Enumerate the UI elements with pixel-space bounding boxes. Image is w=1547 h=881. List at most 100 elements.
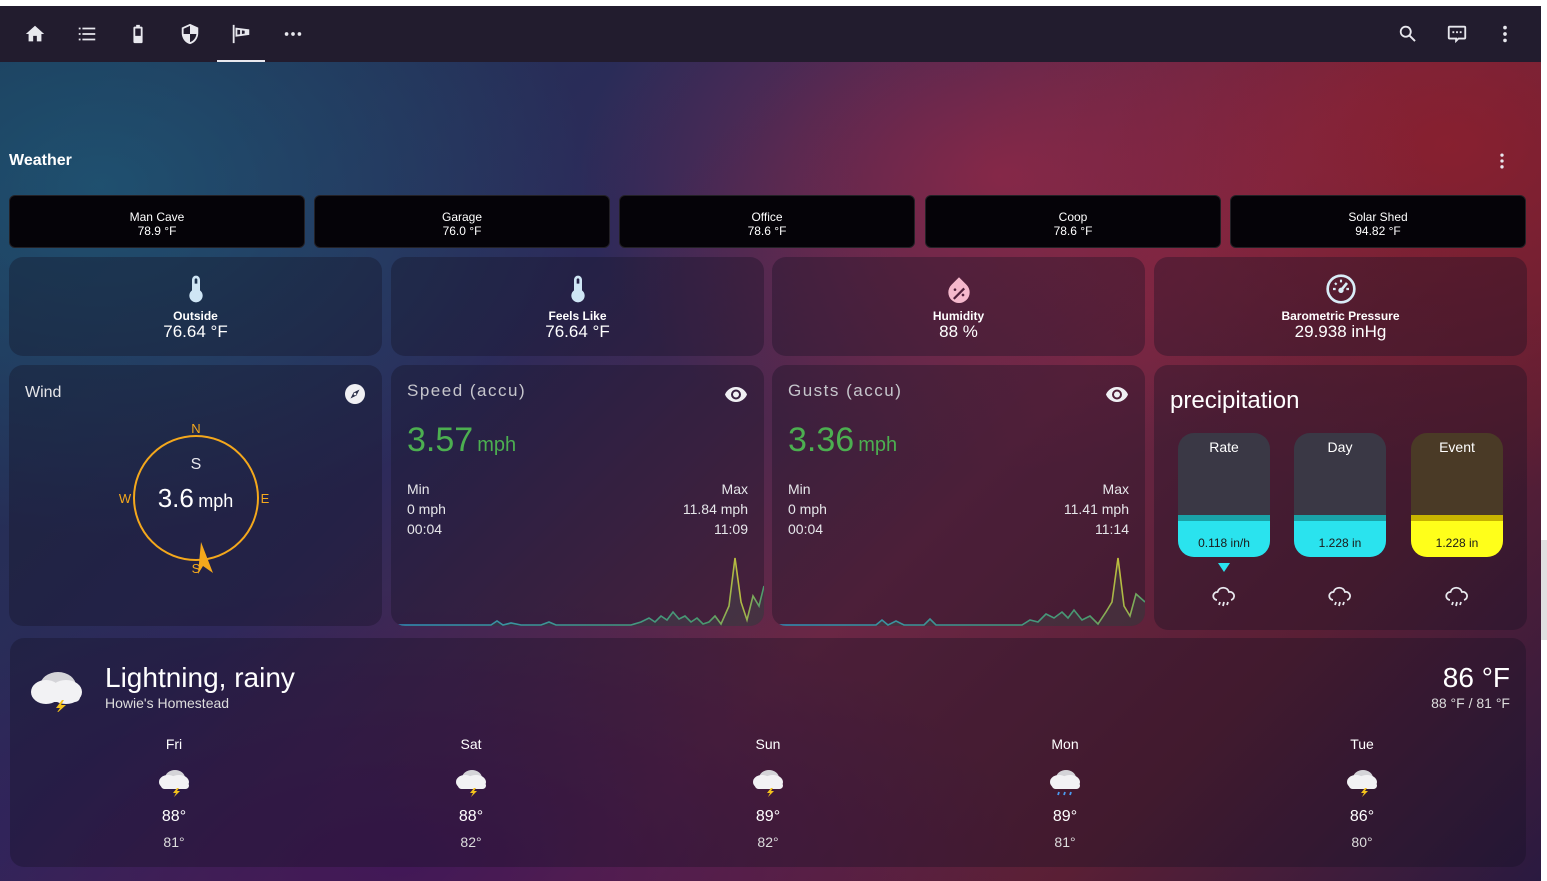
forecast-low: 82°	[757, 834, 779, 850]
tab-battery[interactable]	[114, 6, 162, 62]
top-app-bar	[0, 6, 1541, 62]
thermometer-icon	[188, 275, 203, 303]
max-label: Max	[721, 481, 748, 497]
lightning-rainy-icon	[753, 770, 783, 797]
sensor-name: Barometric Pressure	[1281, 309, 1400, 323]
forecast-day-name: Sun	[755, 736, 781, 752]
sensor-name: Outside	[173, 309, 218, 323]
room-name: Garage	[441, 210, 483, 224]
min-time: 00:04	[788, 521, 824, 537]
compass-north-label: N	[191, 421, 200, 436]
precipitation-card: precipitation Rate 0.118 in/h Day 1.228 …	[1154, 365, 1527, 630]
weather-forecast-card[interactable]: Lightning, rainy Howie's Homestead 86 °F…	[10, 638, 1526, 867]
sensor-value: 76.64 °F	[545, 322, 610, 341]
overflow-menu-button[interactable]	[1481, 6, 1529, 62]
room-button-office[interactable]: Office 78.6 °F	[619, 195, 915, 248]
tab-home[interactable]	[11, 6, 59, 62]
gusts-title: Gusts (accu)	[788, 381, 903, 400]
wind-unit: mph	[198, 491, 234, 511]
wind-direction: S	[191, 456, 202, 473]
more-vertical-icon	[1500, 153, 1504, 169]
rain-rate-gauge[interactable]: Rate 0.118 in/h	[1178, 433, 1270, 557]
compass-icon	[345, 384, 365, 404]
rain-day-gauge[interactable]: Day 1.228 in	[1294, 433, 1386, 557]
room-button-garage[interactable]: Garage 76.0 °F	[314, 195, 610, 248]
gauge-fill: 1.228 in	[1411, 515, 1503, 557]
gusts-unit: mph	[858, 434, 898, 456]
search-icon	[1399, 25, 1416, 42]
speed-history-graph	[391, 557, 764, 626]
precipitation-title: precipitation	[1170, 387, 1300, 414]
max-time: 11:14	[1095, 521, 1129, 537]
dashboard: Weather Man Cave 78.9 °F Garage 76.0 °F …	[0, 6, 1541, 881]
forecast-day: Fri 88° 81°	[124, 736, 224, 850]
forecast-low: 82°	[460, 834, 482, 850]
min-label: Min	[407, 481, 430, 497]
room-name: Coop	[1058, 210, 1088, 224]
gauge-icon	[1325, 274, 1356, 304]
gusts-value: 3.36	[788, 421, 855, 459]
sensor-tile-pressure[interactable]: Barometric Pressure 29.938 inHg	[1154, 257, 1527, 356]
gusts-card[interactable]: Gusts (accu) 3.36 mph Min 0 mph 00:04 Max…	[772, 365, 1145, 626]
speed-unit: mph	[477, 434, 517, 456]
forecast-high: 86°	[1349, 808, 1375, 825]
forecast-day: Mon 89° 81°	[1015, 736, 1115, 850]
forecast-low: 81°	[1054, 834, 1076, 850]
sensor-name: Feels Like	[548, 309, 607, 323]
water-percent-icon	[947, 277, 970, 304]
home-icon	[25, 25, 45, 42]
shield-icon	[181, 23, 199, 45]
room-temp: 78.9 °F	[137, 224, 177, 238]
sensor-value: 76.64 °F	[163, 322, 228, 341]
eye-icon[interactable]	[1105, 382, 1129, 406]
rain-icon[interactable]	[1211, 585, 1237, 609]
eye-icon[interactable]	[724, 382, 748, 406]
tab-security[interactable]	[166, 6, 214, 62]
rain-icon[interactable]	[1327, 585, 1353, 609]
search-button[interactable]	[1384, 6, 1432, 62]
wind-card[interactable]: Wind N E S W S 3.6 mph	[9, 365, 382, 626]
rain-event-gauge[interactable]: Event 1.228 in	[1411, 433, 1503, 557]
rain-icon[interactable]	[1444, 585, 1470, 609]
sensor-value: 29.938 inHg	[1294, 322, 1387, 341]
tab-more[interactable]	[269, 6, 317, 62]
gauge-value: 1.228 in	[1435, 536, 1479, 550]
room-button-coop[interactable]: Coop 78.6 °F	[925, 195, 1221, 248]
room-temp: 94.82 °F	[1355, 224, 1401, 238]
min-label: Min	[788, 481, 811, 497]
assist-button[interactable]	[1433, 6, 1481, 62]
room-name: Solar Shed	[1348, 210, 1408, 224]
max-value: 11.84 mph	[682, 501, 748, 517]
scrollbar[interactable]	[1541, 540, 1547, 640]
forecast-high: 89°	[1052, 808, 1078, 825]
sensor-value: 88 %	[939, 322, 978, 341]
max-time: 11:09	[714, 521, 748, 537]
min-value: 0 mph	[788, 501, 827, 517]
rainy-icon	[1050, 770, 1080, 796]
gauge-fill: 0.118 in/h	[1178, 515, 1270, 557]
speed-title: Speed (accu)	[407, 381, 527, 400]
gauge-label: Rate	[1209, 439, 1239, 455]
room-temp: 78.6 °F	[747, 224, 787, 238]
wind-speed: 3.6	[157, 483, 194, 513]
sensor-tile-humidity[interactable]: Humidity 88 %	[772, 257, 1145, 356]
forecast-high: 88°	[161, 808, 187, 825]
sensor-tile-feels-like[interactable]: Feels Like 76.64 °F	[391, 257, 764, 356]
speed-card[interactable]: Speed (accu) 3.57 mph Min 0 mph 00:04 Max…	[391, 365, 764, 626]
min-value: 0 mph	[407, 501, 446, 517]
forecast-day-name: Sat	[460, 736, 482, 752]
forecast-low: 80°	[1351, 834, 1373, 850]
battery-icon	[133, 24, 143, 44]
gauge-value: 0.118 in/h	[1198, 536, 1250, 550]
forecast-day: Tue 86° 80°	[1312, 736, 1412, 850]
section-menu-button[interactable]	[1490, 149, 1514, 173]
tab-list[interactable]	[63, 6, 111, 62]
room-button-man-cave[interactable]: Man Cave 78.9 °F	[9, 195, 305, 248]
more-vertical-icon	[1503, 25, 1507, 43]
tab-weather[interactable]	[217, 6, 265, 62]
gauge-label: Day	[1327, 439, 1353, 455]
forecast-temperature: 86 °F	[1442, 662, 1510, 693]
room-button-solar-shed[interactable]: Solar Shed 94.82 °F	[1230, 195, 1526, 248]
sensor-tile-outside[interactable]: Outside 76.64 °F	[9, 257, 382, 356]
room-temp: 76.0 °F	[442, 224, 482, 238]
